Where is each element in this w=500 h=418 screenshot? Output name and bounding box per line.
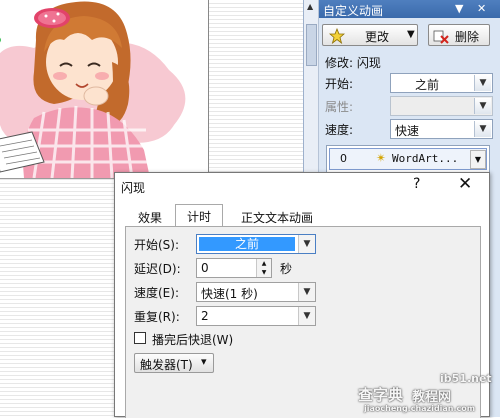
property-label: 属性: bbox=[325, 100, 354, 114]
pane-title: 自定义动画 bbox=[323, 4, 384, 18]
rewind-checkbox[interactable] bbox=[134, 332, 146, 344]
pane-header: 自定义动画 ▼ ✕ bbox=[319, 0, 500, 18]
start-label: 开始: bbox=[325, 77, 354, 91]
effect-options-dialog: 闪现 ? ✕ 效果 计时 正文文本动画 开始(S): 之前 ▼ 延迟(D): 0… bbox=[114, 172, 490, 418]
property-select: ▼ bbox=[390, 96, 493, 116]
start-field-label: 开始(S): bbox=[134, 238, 180, 252]
tab-timing[interactable]: 计时 bbox=[175, 204, 223, 227]
list-item-index: 0 bbox=[340, 152, 347, 165]
slide-thumbnail[interactable] bbox=[0, 0, 209, 179]
delay-unit: 秒 bbox=[280, 262, 293, 276]
list-item-text: WordArt... bbox=[392, 152, 459, 165]
cartoon-girl-illustration bbox=[0, 1, 186, 178]
chevron-down-icon[interactable]: ▼ bbox=[474, 75, 491, 91]
watermark-url: jiaocheng.chazidian.com bbox=[364, 404, 476, 413]
start-select-value: 之前 bbox=[415, 78, 440, 92]
watermark-brand: 查字典 bbox=[358, 386, 404, 404]
star-icon bbox=[329, 28, 345, 44]
change-button[interactable]: 更改 ▼ bbox=[322, 24, 418, 46]
scrollbar-thumb[interactable] bbox=[306, 24, 317, 66]
sparkle-icon: ✴ bbox=[376, 151, 387, 165]
start-combo[interactable]: 之前 ▼ bbox=[196, 234, 316, 254]
speed-combo[interactable]: 快速(1 秒) ▼ bbox=[196, 282, 316, 302]
speed-select-value: 快速 bbox=[395, 124, 420, 138]
tab-effect[interactable]: 效果 bbox=[129, 206, 171, 226]
spin-down-icon[interactable]: ▼ bbox=[256, 268, 271, 277]
pane-menu-icon[interactable]: ▼ bbox=[455, 3, 463, 15]
pane-close-icon[interactable]: ✕ bbox=[477, 3, 486, 15]
slide-edge bbox=[208, 0, 209, 178]
chevron-down-icon[interactable]: ▼ bbox=[298, 235, 315, 253]
delay-field-label: 延迟(D): bbox=[134, 262, 181, 276]
speed-field-label: 速度(E): bbox=[134, 286, 179, 300]
dialog-title: 闪现 bbox=[121, 181, 146, 195]
chevron-down-icon[interactable]: ▼ bbox=[298, 283, 315, 301]
double-chevron-down-icon: ▾ bbox=[201, 355, 207, 368]
delete-icon bbox=[433, 30, 449, 44]
delete-button[interactable]: 删除 bbox=[428, 24, 490, 46]
help-icon[interactable]: ? bbox=[413, 176, 420, 192]
repeat-combo[interactable]: 2 ▼ bbox=[196, 306, 316, 326]
chevron-down-icon[interactable]: ▼ bbox=[298, 307, 315, 325]
close-icon[interactable]: ✕ bbox=[458, 174, 472, 194]
repeat-combo-value: 2 bbox=[201, 309, 209, 323]
tab-text-animation[interactable]: 正文文本动画 bbox=[227, 206, 327, 226]
delay-value: 0 bbox=[201, 261, 209, 275]
watermark-site: ib51.net bbox=[440, 372, 492, 385]
watermark-sub: 教程网 bbox=[412, 390, 452, 405]
chevron-down-icon[interactable]: ▼ bbox=[474, 121, 491, 137]
modify-label: 修改: 闪现 bbox=[325, 56, 381, 70]
trigger-button-label: 触发器(T) bbox=[140, 358, 193, 372]
trigger-button[interactable]: 触发器(T) ▾ bbox=[134, 353, 214, 373]
change-button-label: 更改 bbox=[365, 30, 390, 44]
speed-select[interactable]: 快速 ▼ bbox=[390, 119, 493, 139]
rewind-label: 播完后快退(W) bbox=[152, 333, 234, 347]
start-combo-value: 之前 bbox=[199, 237, 295, 251]
repeat-field-label: 重复(R): bbox=[134, 310, 180, 324]
delay-spinner[interactable]: 0 ▲ ▼ bbox=[196, 258, 272, 278]
list-item[interactable]: 0 ✴ WordArt... ▼ bbox=[329, 148, 487, 170]
delete-button-label: 删除 bbox=[455, 30, 480, 44]
speed-combo-value: 快速(1 秒) bbox=[201, 287, 258, 301]
start-select[interactable]: 之前 ▼ bbox=[390, 73, 493, 93]
chevron-down-icon: ▼ bbox=[474, 98, 491, 114]
chevron-down-icon: ▼ bbox=[407, 29, 415, 40]
chevron-down-icon[interactable]: ▼ bbox=[470, 150, 486, 169]
speed-label: 速度: bbox=[325, 123, 354, 137]
scroll-up-icon[interactable]: ▲ bbox=[307, 2, 313, 11]
